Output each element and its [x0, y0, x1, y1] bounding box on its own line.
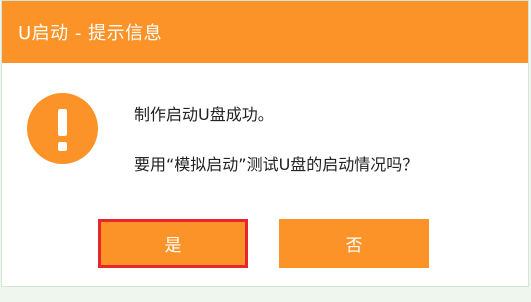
yes-button-label: 是	[164, 236, 182, 256]
no-button-label: 否	[345, 236, 363, 256]
dialog-titlebar: U启动 - 提示信息	[2, 1, 528, 63]
message-line-2: 要用“模拟启动”测试U盘的启动情况吗？	[134, 155, 419, 174]
exclamation-icon	[27, 93, 98, 164]
yes-button[interactable]: 是	[98, 219, 248, 268]
prompt-dialog: U启动 - 提示信息 制作启动U盘成功。 要用“模拟启动”测试U盘的启动情况吗？…	[1, 0, 529, 287]
screen-frame: U启动 - 提示信息 制作启动U盘成功。 要用“模拟启动”测试U盘的启动情况吗？…	[0, 0, 531, 302]
no-button[interactable]: 否	[279, 219, 429, 268]
message-line-1: 制作启动U盘成功。	[134, 105, 274, 124]
dialog-title: U启动 - 提示信息	[18, 23, 163, 44]
